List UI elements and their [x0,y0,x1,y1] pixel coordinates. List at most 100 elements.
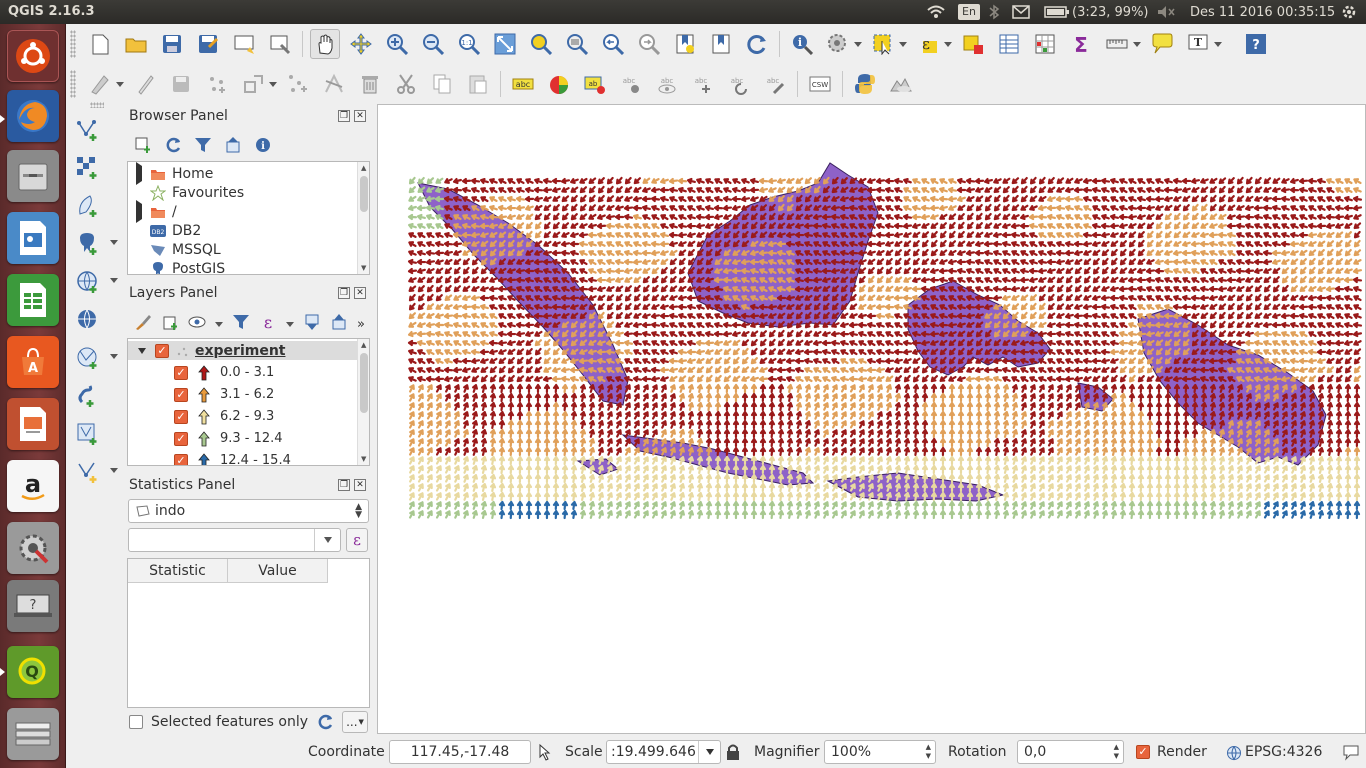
legend-class-row[interactable]: ✓ 3.1 - 6.2 [128,385,274,404]
clock[interactable]: Des 11 2016 00:35:15 [1190,3,1335,21]
chevron-down-icon[interactable] [215,321,223,327]
chevron-down-icon[interactable] [323,537,332,543]
change-label-button[interactable]: abc [760,69,790,99]
chevron-down-icon[interactable] [110,468,118,473]
zoom-full-button[interactable] [490,29,520,59]
filter-icon[interactable] [194,136,212,158]
browser-item-db2[interactable]: DB2 DB2 [128,221,201,240]
label-style-button[interactable] [544,69,574,99]
volume-muted-icon[interactable] [1156,3,1176,21]
libreoffice-impress-icon[interactable] [7,398,59,450]
collapse-arrow-icon[interactable] [138,347,146,354]
chevron-down-icon[interactable] [110,354,118,359]
toggle-editing-button[interactable] [130,69,160,99]
software-center-icon[interactable]: A [7,336,59,388]
recalculate-icon[interactable] [318,714,334,734]
select-by-expression-button[interactable]: ε [913,29,943,59]
column-header-statistic[interactable]: Statistic [128,559,228,583]
node-tool-button[interactable] [283,69,313,99]
amazon-icon[interactable]: a [7,460,59,512]
language-indicator[interactable]: En [958,3,980,21]
libreoffice-calc-icon[interactable] [7,274,59,326]
class-visibility-checkbox[interactable]: ✓ [174,409,188,424]
deselect-all-button[interactable] [958,29,988,59]
firefox-icon[interactable] [7,90,59,142]
chevron-down-icon[interactable] [854,41,862,47]
class-visibility-checkbox[interactable]: ✓ [174,387,188,402]
paste-features-button[interactable] [463,69,493,99]
close-panel-button[interactable]: ✕ [354,479,366,491]
new-print-composer-button[interactable] [229,29,259,59]
layer-visibility-checkbox[interactable]: ✓ [155,343,169,358]
map-canvas[interactable] [377,104,1366,734]
files-icon[interactable] [7,150,59,202]
lock-scale-icon[interactable] [726,743,740,765]
rotate-label-button[interactable]: abc [724,69,754,99]
python-console-button[interactable] [850,69,880,99]
float-panel-button[interactable]: ❐ [338,479,350,491]
toggle-extents-mouse-icon[interactable] [537,743,553,765]
save-project-button[interactable] [157,29,187,59]
chevron-down-icon[interactable] [944,41,952,47]
statistical-summary-button[interactable]: Σ [1066,29,1096,59]
wifi-icon[interactable] [926,3,946,21]
help-contents-button[interactable]: ? [1241,29,1271,59]
text-tool-button[interactable]: T [1183,29,1213,59]
float-panel-button[interactable]: ❐ [338,110,350,122]
style-manager-brush-icon[interactable] [134,313,152,335]
chevron-down-icon[interactable] [110,278,118,283]
composer-manager-button[interactable] [265,29,295,59]
add-vector-layer-button[interactable] [74,116,102,144]
open-project-button[interactable] [121,29,151,59]
toolbar-grip[interactable] [70,70,76,98]
more-options-button[interactable]: ... ▼ [342,711,368,733]
text-annotation-button[interactable] [1147,29,1177,59]
pan-map-button[interactable] [310,29,340,59]
copy-features-button[interactable] [427,69,457,99]
expand-arrow-icon[interactable] [136,162,142,185]
measure-line-button[interactable] [1102,29,1132,59]
scale-field[interactable]: :19.499.646 [606,740,721,764]
add-virtual-layer-button[interactable] [74,420,102,448]
csw-search-button[interactable]: CSW [805,69,835,99]
terrain-plugin-button[interactable] [886,69,916,99]
add-wms-layer-button[interactable] [74,268,102,296]
rotation-field[interactable]: 0,0 ▲ ▼ [1017,740,1124,764]
save-layer-edits-button[interactable] [166,69,196,99]
browser-item-home[interactable]: Home [128,162,213,185]
close-panel-button[interactable]: ✕ [354,287,366,299]
collapse-all-icon[interactable] [224,136,242,158]
mail-icon[interactable] [1012,3,1030,21]
map-tips-button[interactable] [823,29,853,59]
new-bookmark-button[interactable] [670,29,700,59]
trash-stack-icon[interactable] [7,708,59,760]
refresh-icon[interactable] [164,136,182,158]
vertex-tool-button[interactable] [319,69,349,99]
chevron-down-icon[interactable] [1214,41,1222,47]
power-gear-icon[interactable] [1340,3,1358,21]
refresh-button[interactable] [742,29,772,59]
expand-all-icon[interactable] [303,313,321,335]
help-device-icon[interactable]: ? [7,580,59,632]
preview-labels-button[interactable]: abc [652,69,682,99]
coordinate-field[interactable]: 117.45,-17.48 [389,740,531,764]
chevron-down-icon[interactable] [269,81,277,87]
new-shapefile-layer-button[interactable] [74,458,102,486]
legend-class-row[interactable]: ✓ 9.3 - 12.4 [128,429,283,448]
filter-expression-icon[interactable]: ε [259,313,277,335]
filter-legend-icon[interactable] [232,313,250,335]
statistics-layer-select[interactable]: indo ▲ ▼ [128,499,369,523]
chevron-down-icon[interactable] [899,41,907,47]
current-edits-button[interactable] [85,69,115,99]
manage-visibility-eye-icon[interactable] [188,313,206,335]
layers-scrollbar[interactable]: ▲ ▼ [357,339,369,465]
column-header-value[interactable]: Value [228,559,328,583]
cut-features-button[interactable] [391,69,421,99]
zoom-out-button[interactable] [418,29,448,59]
ubuntu-dash-icon[interactable] [7,30,59,82]
save-as-button[interactable] [193,29,223,59]
class-visibility-checkbox[interactable]: ✓ [174,431,188,446]
crs-label[interactable]: EPSG:4326 [1245,744,1322,760]
layer-labeling-button[interactable]: abc [508,69,538,99]
legend-class-row[interactable]: ✓ 6.2 - 9.3 [128,407,274,426]
